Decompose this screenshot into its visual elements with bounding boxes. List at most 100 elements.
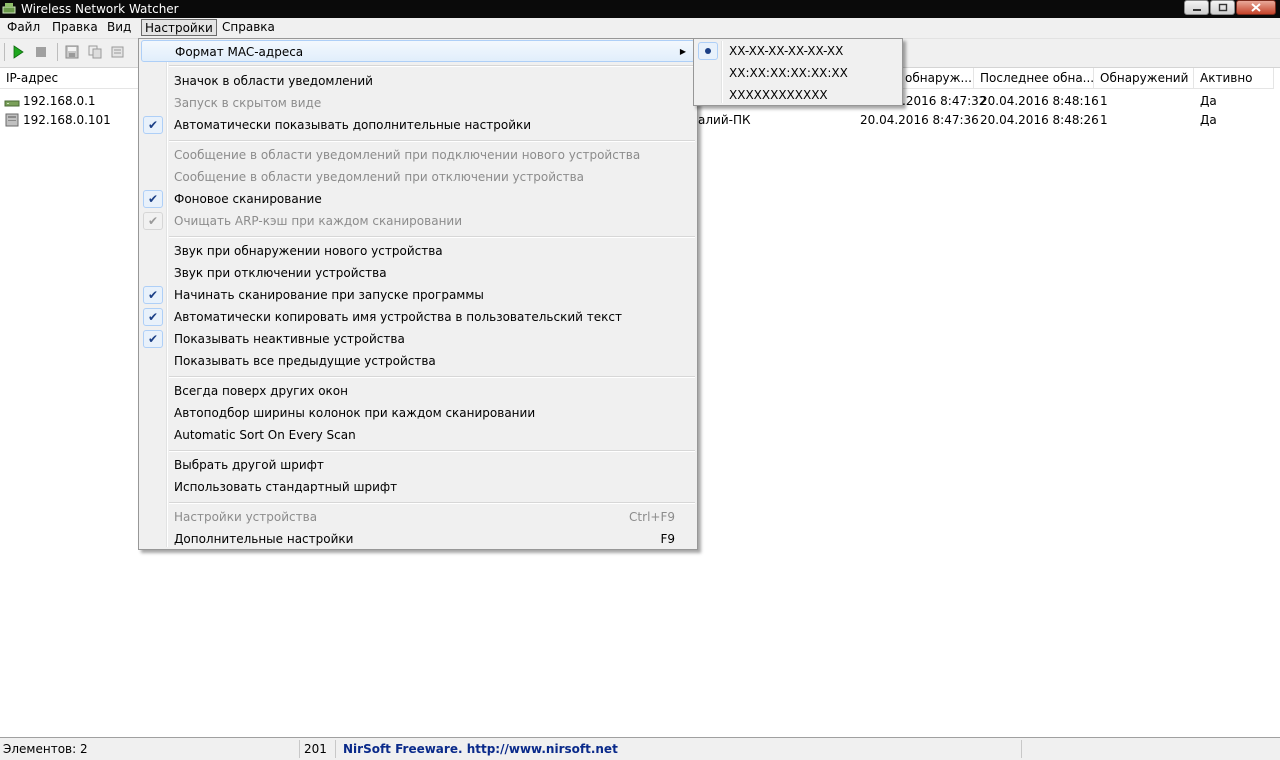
menu-item-label: Очищать ARP-кэш при каждом сканировании (174, 214, 463, 228)
menu-item-auto-size-columns[interactable]: Автоподбор ширины колонок при каждом ска… (141, 402, 695, 424)
menu-item-show-all-previous[interactable]: Показывать все предыдущие устройства (141, 350, 695, 372)
ip-cell: 192.168.0.1 (23, 94, 96, 108)
column-last-seen[interactable]: Последнее обна... (974, 68, 1094, 89)
close-button[interactable] (1236, 0, 1276, 15)
stop-icon (36, 47, 46, 57)
column-detections[interactable]: Обнаружений (1094, 68, 1194, 89)
menu-view[interactable]: Вид (107, 19, 131, 36)
column-ip[interactable]: IP-адрес (0, 68, 140, 89)
menu-item-label: Начинать сканирование при запуске програ… (174, 288, 484, 302)
menu-item-sound-new-device[interactable]: Звук при обнаружении нового устройства (141, 240, 695, 262)
check-icon: ✔ (143, 308, 163, 326)
menu-separator (169, 450, 695, 452)
stop-scan-button[interactable] (32, 43, 50, 61)
window-title: Wireless Network Watcher (21, 2, 179, 16)
menu-separator (169, 502, 695, 504)
check-icon: ✔ (143, 286, 163, 304)
copy-button[interactable] (86, 43, 104, 61)
menu-separator (169, 65, 695, 67)
menu-item-label: Звук при обнаружении нового устройства (174, 244, 443, 258)
menu-item-tray-icon[interactable]: Значок в области уведомлений (141, 70, 695, 92)
check-icon: ✔ (143, 330, 163, 348)
properties-button[interactable] (109, 43, 127, 61)
check-icon: ✔ (143, 190, 163, 208)
properties-icon (111, 46, 124, 58)
menu-item-choose-font[interactable]: Выбрать другой шрифт (141, 454, 695, 476)
menu-item-label: Показывать все предыдущие устройства (174, 354, 436, 368)
menu-edit[interactable]: Правка (52, 19, 98, 36)
menu-item-label: XX-XX-XX-XX-XX-XX (729, 44, 844, 58)
menu-item-label: Автоматически копировать имя устройства … (174, 310, 622, 324)
minimize-button[interactable] (1184, 0, 1209, 15)
menu-settings[interactable]: Настройки (141, 19, 217, 36)
device-name-cell: алий-ПК (698, 113, 751, 127)
menu-item-notify-disconnect: Сообщение в области уведомлений при откл… (141, 166, 695, 188)
menu-item-auto-copy-name[interactable]: ✔ Автоматически копировать имя устройств… (141, 306, 695, 328)
active-cell: Да (1200, 113, 1217, 127)
save-button[interactable] (63, 43, 81, 61)
menu-item-show-inactive[interactable]: ✔ Показывать неактивные устройства (141, 328, 695, 350)
menu-item-start-hidden: Запуск в скрытом виде (141, 92, 695, 114)
maximize-button[interactable] (1210, 0, 1235, 15)
count-cell: 1 (1100, 94, 1108, 108)
menu-item-label: Выбрать другой шрифт (174, 458, 324, 472)
menu-item-label: XXXXXXXXXXXX (729, 88, 828, 102)
menu-item-always-on-top[interactable]: Всегда поверх других окон (141, 380, 695, 402)
menu-item-label: Всегда поверх других окон (174, 384, 348, 398)
menu-file[interactable]: Файл (7, 19, 40, 36)
menu-item-auto-show-advanced[interactable]: ✔ Автоматически показывать дополнительны… (141, 114, 695, 136)
menu-bar: Файл Правка Вид Настройки Справка (0, 18, 1280, 39)
menu-item-advanced-options[interactable]: Дополнительные настройки F9 (141, 528, 695, 550)
menu-item-device-settings: Настройки устройства Ctrl+F9 (141, 506, 695, 528)
copy-icon (88, 45, 102, 59)
computer-icon (5, 113, 19, 127)
ip-cell: 192.168.0.101 (23, 113, 111, 127)
menu-item-label: XX:XX:XX:XX:XX:XX (729, 66, 848, 80)
menu-item-label: Запуск в скрытом виде (174, 96, 322, 110)
menu-separator (169, 236, 695, 238)
radio-dot-icon (698, 42, 718, 60)
menu-item-label: Звук при отключении устройства (174, 266, 387, 280)
router-icon (4, 100, 20, 107)
status-number: 201 (300, 740, 336, 758)
shortcut-label: F9 (660, 532, 675, 546)
settings-menu: Формат MAC-адреса ▶ Значок в области уве… (138, 38, 698, 550)
title-bar: Wireless Network Watcher (0, 0, 1280, 18)
status-items-count: Элементов: 2 (0, 740, 300, 758)
menu-item-label: Автоматически показывать дополнительные … (174, 118, 532, 132)
status-bar: Элементов: 2 201 NirSoft Freeware. http:… (0, 738, 1280, 760)
menu-item-label: Значок в области уведомлений (174, 74, 373, 88)
menu-item-sound-disconnect[interactable]: Звук при отключении устройства (141, 262, 695, 284)
submenu-arrow-icon: ▶ (679, 47, 686, 56)
menu-item-clear-arp-cache: ✔ Очищать ARP-кэш при каждом сканировани… (141, 210, 695, 232)
network-watcher-app-icon (2, 3, 16, 14)
mac-format-colon[interactable]: XX:XX:XX:XX:XX:XX (696, 62, 900, 84)
start-scan-button[interactable] (9, 43, 27, 61)
mac-format-dash[interactable]: XX-XX-XX-XX-XX-XX (696, 40, 900, 62)
status-empty-panel (1022, 740, 1280, 758)
last-seen-cell: 20.04.2016 8:48:16 (980, 94, 1099, 108)
count-cell: 1 (1100, 113, 1108, 127)
menu-item-label: Дополнительные настройки (174, 532, 354, 546)
nirsoft-link[interactable]: NirSoft Freeware. http://www.nirsoft.net (336, 740, 1022, 758)
toolbar-separator (57, 43, 58, 61)
menu-item-label: Automatic Sort On Every Scan (174, 428, 356, 442)
menu-help[interactable]: Справка (222, 19, 275, 36)
mac-format-plain[interactable]: XXXXXXXXXXXX (696, 84, 900, 106)
menu-separator (169, 376, 695, 378)
menu-item-background-scan[interactable]: ✔ Фоновое сканирование (141, 188, 695, 210)
menu-item-label: Показывать неактивные устройства (174, 332, 405, 346)
column-active[interactable]: Активно (1194, 68, 1274, 89)
first-seen-cell: .2016 8:47:32 (902, 94, 987, 108)
menu-item-mac-format[interactable]: Формат MAC-адреса ▶ (141, 40, 695, 62)
menu-item-auto-sort[interactable]: Automatic Sort On Every Scan (141, 424, 695, 446)
menu-item-default-font[interactable]: Использовать стандартный шрифт (141, 476, 695, 498)
shortcut-label: Ctrl+F9 (629, 510, 675, 524)
first-seen-cell: 20.04.2016 8:47:36 (860, 113, 979, 127)
menu-item-scan-on-start[interactable]: ✔ Начинать сканирование при запуске прог… (141, 284, 695, 306)
menu-item-label: Формат MAC-адреса (175, 45, 304, 59)
menu-item-label: Сообщение в области уведомлений при откл… (174, 170, 585, 184)
maximize-icon (1218, 3, 1227, 12)
play-icon (13, 45, 24, 59)
column-first-seen[interactable]: обнаруж... (903, 68, 974, 89)
